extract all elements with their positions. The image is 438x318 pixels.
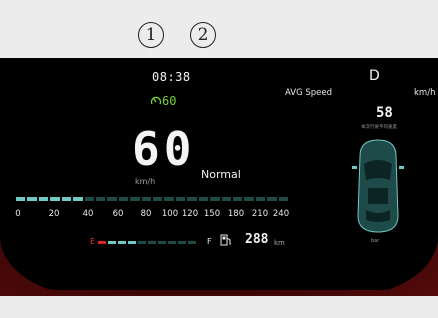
callout-strip: 1 2	[0, 0, 438, 113]
speed-bar-segment	[233, 197, 242, 201]
speed-bar-segment	[222, 197, 231, 201]
speed-bar-segment	[27, 197, 36, 201]
drive-mode: Normal	[201, 168, 241, 181]
speed-scale-tick: 210	[251, 209, 269, 219]
speed-bar-segment	[279, 197, 288, 201]
speed-scale-tick: 100	[161, 209, 179, 219]
speed-bar-segment	[73, 197, 82, 201]
instrument-cluster-frame: 08:38 60 60 km/h Normal 0 20 40 60 80 100 120 1…	[0, 58, 438, 296]
speed-unit: km/h	[135, 177, 156, 186]
speed-bar-segment	[199, 197, 208, 201]
speed-bar-segment	[244, 197, 253, 201]
speed-bar	[16, 196, 288, 202]
speed-scale-tick: 20	[48, 209, 60, 219]
speed-bar-segment	[107, 197, 116, 201]
fuel-bar-segment	[168, 241, 176, 244]
instrument-cluster-screen: 08:38 60 60 km/h Normal 0 20 40 60 80 100 120 1…	[0, 58, 438, 296]
fuel-bar-segment	[108, 241, 116, 244]
fuel-bar-segment	[148, 241, 156, 244]
fuel-bar-segment	[138, 241, 146, 244]
speed-scale-tick: 180	[227, 209, 245, 219]
avg-speed-label: AVG Speed	[285, 88, 333, 98]
speed-bar-segment	[130, 197, 139, 201]
fuel-bar-segment	[188, 241, 196, 244]
speed-bar-segment	[16, 197, 25, 201]
speed-bar-segment	[187, 197, 196, 201]
speed-bar-segment	[39, 197, 48, 201]
speed-bar-segment	[176, 197, 185, 201]
speed-scale-tick: 0	[15, 209, 21, 219]
speed-bar-segment	[142, 197, 151, 201]
speed-scale-tick: 120	[181, 209, 199, 219]
fuel-bar-segment	[178, 241, 186, 244]
fuel-range-value: 288	[245, 232, 269, 247]
speed-bar-segment	[62, 197, 71, 201]
fuel-bar-segment	[98, 241, 106, 244]
avg-speed-sublabel: 本次行驶平均速度	[361, 125, 397, 130]
speed-bar-segment	[153, 197, 162, 201]
gear-indicator: D	[369, 68, 380, 84]
fuel-bar-segment	[128, 241, 136, 244]
clock: 08:38	[152, 70, 191, 84]
speed-scale-tick: 40	[82, 209, 94, 219]
fuel-empty-label: E	[90, 237, 96, 246]
speed-bar-segment	[164, 197, 173, 201]
speed-bar-segment	[267, 197, 276, 201]
fuel-gauge-bar	[98, 241, 196, 244]
speed-scale-tick: 150	[203, 209, 221, 219]
car-label: bar	[371, 238, 380, 244]
fuel-bar-segment	[118, 241, 126, 244]
avg-speed-unit: km/h	[414, 88, 436, 98]
speed-scale-tick: 60	[112, 209, 124, 219]
speed-bar-segment	[50, 197, 59, 201]
speed-bar-segment	[119, 197, 128, 201]
fuel-bar-segment	[158, 241, 166, 244]
fuel-full-label: F	[207, 237, 212, 246]
speed-bar-segment	[96, 197, 105, 201]
speed-scale-tick: 240	[272, 209, 290, 219]
car-top-view-icon	[348, 136, 408, 236]
speed-scale-tick: 80	[140, 209, 152, 219]
speed-bar-segment	[210, 197, 219, 201]
speed-bar-segment	[85, 197, 94, 201]
current-speed: 60	[132, 122, 196, 176]
fuel-pump-icon	[220, 233, 232, 247]
speed-scale: 0 20 40 60 80 100 120 150 180 210 240	[0, 209, 300, 223]
speed-limit-value: 60	[162, 94, 177, 108]
fuel-range-unit: km	[274, 239, 285, 247]
speed-bar-segment	[256, 197, 265, 201]
speed-limit-gauge-icon	[150, 95, 162, 107]
avg-speed-value: 58	[376, 105, 393, 121]
